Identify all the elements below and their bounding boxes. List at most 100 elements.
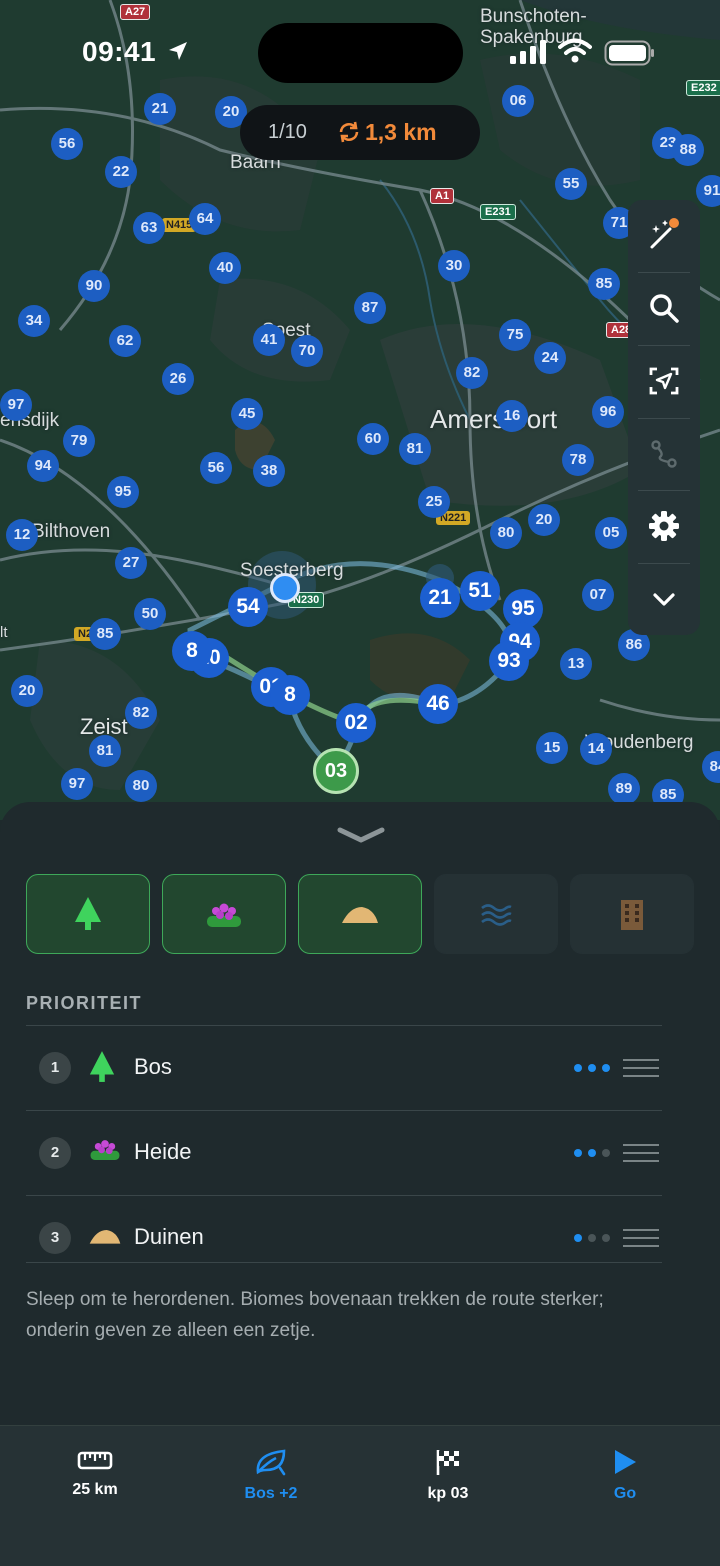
checkpoint-marker[interactable]: 81 bbox=[89, 735, 121, 767]
chevron-down-icon bbox=[653, 593, 675, 606]
tab-label: 25 km bbox=[72, 1481, 118, 1498]
drag-handle-icon[interactable] bbox=[623, 1229, 659, 1247]
search-button[interactable] bbox=[628, 278, 700, 338]
checkpoint-marker[interactable]: 95 bbox=[107, 476, 139, 508]
route-checkpoint-marker[interactable]: 8 bbox=[270, 675, 310, 715]
checkpoint-marker[interactable]: 80 bbox=[125, 770, 157, 802]
route-checkpoint-marker[interactable]: 54 bbox=[228, 587, 268, 627]
checkpoint-marker[interactable]: 34 bbox=[18, 305, 50, 337]
cellular-signal-icon bbox=[510, 40, 546, 64]
sheet-collapse-handle[interactable] bbox=[336, 824, 386, 846]
checkpoint-marker[interactable]: 82 bbox=[456, 357, 488, 389]
location-arrow-icon bbox=[169, 42, 187, 60]
biome-toggle-water[interactable] bbox=[434, 874, 558, 954]
checkpoint-marker[interactable]: 24 bbox=[534, 342, 566, 374]
checkpoint-marker[interactable]: 81 bbox=[399, 433, 431, 465]
checkpoint-marker[interactable]: 70 bbox=[291, 335, 323, 367]
checkpoint-marker[interactable]: 97 bbox=[0, 389, 32, 421]
magic-wand-button[interactable] bbox=[628, 205, 700, 265]
tree-icon bbox=[75, 897, 101, 930]
checkpoint-marker[interactable]: 85 bbox=[89, 618, 121, 650]
route-checkpoint-marker[interactable]: 46 bbox=[418, 684, 458, 724]
checkpoint-marker[interactable]: 64 bbox=[189, 203, 221, 235]
search-icon bbox=[650, 294, 679, 323]
checkpoint-marker[interactable]: 13 bbox=[560, 648, 592, 680]
biome-toggle-bos[interactable] bbox=[26, 874, 150, 954]
checkpoint-marker[interactable]: 14 bbox=[580, 733, 612, 765]
route-checkpoint-marker[interactable]: 93 bbox=[489, 641, 529, 681]
checkpoint-marker[interactable]: 79 bbox=[63, 425, 95, 457]
route-checkpoint-marker[interactable]: 51 bbox=[460, 571, 500, 611]
priority-row-bos[interactable]: 1 Bos bbox=[26, 1025, 662, 1110]
tab-label: kp 03 bbox=[427, 1485, 469, 1502]
checkpoint-marker[interactable]: 87 bbox=[354, 292, 386, 324]
checkpoint-marker[interactable]: 82 bbox=[125, 697, 157, 729]
checkpoint-marker[interactable]: 89 bbox=[608, 773, 640, 805]
route-progress-pill[interactable]: 1/10 1,3 km bbox=[240, 105, 480, 160]
status-bar: 09:41 bbox=[0, 0, 720, 100]
checkpoint-marker[interactable]: 16 bbox=[496, 400, 528, 432]
route-checkpoint-marker[interactable]: 02 bbox=[336, 703, 376, 743]
checkpoint-marker[interactable]: 96 bbox=[592, 396, 624, 428]
checkpoint-marker[interactable]: 45 bbox=[231, 398, 263, 430]
checkpoint-marker[interactable]: 88 bbox=[672, 134, 704, 166]
checkpoint-marker[interactable]: 56 bbox=[200, 452, 232, 484]
strength-dots-icon bbox=[574, 1064, 610, 1072]
road-shield: E231 bbox=[480, 204, 516, 220]
strength-dots-icon bbox=[574, 1149, 610, 1157]
checkpoint-marker[interactable]: 15 bbox=[536, 732, 568, 764]
biome-toggle-stad[interactable] bbox=[570, 874, 694, 954]
checkpoint-marker[interactable]: 50 bbox=[134, 598, 166, 630]
tab-distance[interactable]: 25 km bbox=[35, 1450, 155, 1499]
water-icon bbox=[481, 904, 512, 926]
drag-handle-icon[interactable] bbox=[623, 1059, 659, 1077]
checkpoint-marker[interactable]: 05 bbox=[595, 517, 627, 549]
checkpoint-marker[interactable]: 97 bbox=[61, 768, 93, 800]
tab-finish[interactable]: kp 03 bbox=[388, 1448, 508, 1503]
biome-filter-row bbox=[26, 874, 696, 954]
checkpoint-marker[interactable]: 20 bbox=[11, 675, 43, 707]
tab-biomes[interactable]: Bos +2 bbox=[211, 1448, 331, 1503]
checkpoint-marker[interactable]: 75 bbox=[499, 319, 531, 351]
checkpoint-marker[interactable]: 25 bbox=[418, 486, 450, 518]
collapse-toolbar-button[interactable] bbox=[628, 569, 700, 629]
priority-row-heide[interactable]: 2 Heide bbox=[26, 1110, 662, 1195]
checkpoint-marker[interactable]: 91 bbox=[696, 175, 720, 207]
recenter-button[interactable] bbox=[628, 351, 700, 411]
checkpoint-marker[interactable]: 63 bbox=[133, 212, 165, 244]
checkpoint-marker[interactable]: 78 bbox=[562, 444, 594, 476]
checkered-flag-icon bbox=[436, 1450, 459, 1475]
route-checkpoint-marker[interactable]: 21 bbox=[420, 578, 460, 618]
checkpoint-marker[interactable]: 12 bbox=[6, 519, 38, 551]
checkpoint-marker[interactable]: 85 bbox=[588, 268, 620, 300]
checkpoint-marker[interactable]: 60 bbox=[357, 423, 389, 455]
checkpoint-marker[interactable]: 20 bbox=[528, 504, 560, 536]
checkpoint-marker[interactable]: 27 bbox=[115, 547, 147, 579]
checkpoint-marker[interactable]: 55 bbox=[555, 168, 587, 200]
checkpoint-marker[interactable]: 90 bbox=[78, 270, 110, 302]
biome-toggle-heide[interactable] bbox=[162, 874, 286, 954]
priority-row-duinen[interactable]: 3 Duinen bbox=[26, 1195, 662, 1263]
route-progress-count: 1/10 bbox=[268, 121, 307, 143]
dune-icon bbox=[89, 1230, 121, 1244]
checkpoint-marker[interactable]: 07 bbox=[582, 579, 614, 611]
checkpoint-marker[interactable]: 40 bbox=[209, 252, 241, 284]
checkpoint-marker[interactable]: 41 bbox=[253, 324, 285, 356]
checkpoint-marker[interactable]: 22 bbox=[105, 156, 137, 188]
checkpoint-marker[interactable]: 80 bbox=[490, 517, 522, 549]
tab-label: Go bbox=[613, 1485, 637, 1502]
biome-toggle-duinen[interactable] bbox=[298, 874, 422, 954]
checkpoint-marker[interactable]: 56 bbox=[51, 128, 83, 160]
tab-go[interactable]: Go bbox=[565, 1448, 685, 1503]
checkpoint-marker[interactable]: 26 bbox=[162, 363, 194, 395]
route-checkpoint-marker[interactable]: 8 bbox=[172, 631, 212, 671]
settings-button[interactable] bbox=[628, 496, 700, 556]
drag-handle-icon[interactable] bbox=[623, 1144, 659, 1162]
place-bilthoven: Bilthoven bbox=[32, 521, 111, 542]
checkpoint-marker[interactable]: 94 bbox=[27, 450, 59, 482]
finish-checkpoint[interactable]: 03 bbox=[313, 748, 359, 794]
current-location-marker[interactable] bbox=[270, 573, 300, 603]
checkpoint-marker[interactable]: 62 bbox=[109, 325, 141, 357]
checkpoint-marker[interactable]: 30 bbox=[438, 250, 470, 282]
checkpoint-marker[interactable]: 38 bbox=[253, 455, 285, 487]
